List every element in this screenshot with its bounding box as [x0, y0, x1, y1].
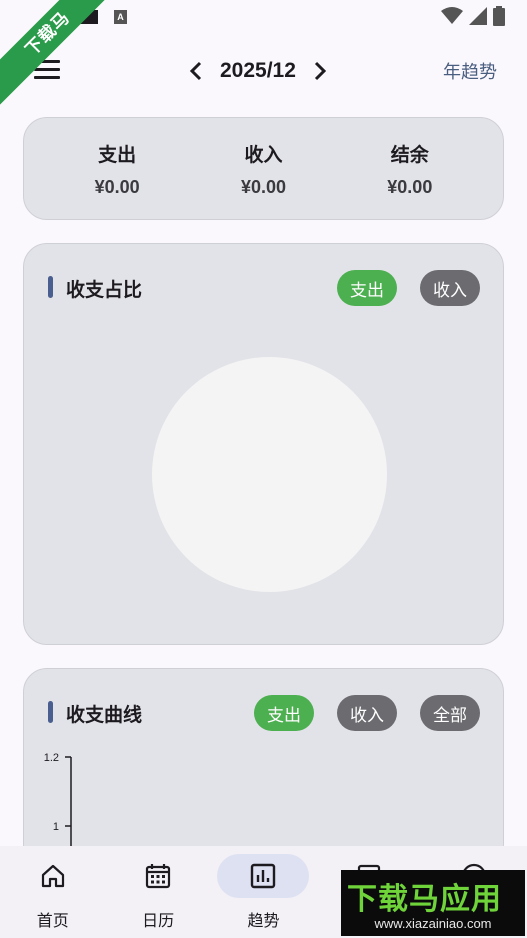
chip-income[interactable]: 收入: [337, 695, 397, 731]
home-icon: [41, 864, 64, 888]
income-summary: 收入 ¥0.00: [203, 140, 323, 198]
card-title: 收支占比: [66, 279, 143, 301]
chip-all[interactable]: 全部: [420, 695, 480, 731]
expense-title: 支出: [98, 143, 137, 166]
battery-icon: [493, 6, 505, 26]
wifi-icon: [441, 7, 463, 24]
income-title: 收入: [244, 143, 283, 166]
top-bar: 2025/12 年趋势: [0, 46, 527, 96]
nav-calendar[interactable]: 日历: [105, 846, 210, 938]
status-icons: [441, 6, 505, 26]
nav-label: 首页: [36, 911, 69, 930]
chip-expense[interactable]: 支出: [337, 270, 397, 306]
accent-bar: [48, 701, 53, 723]
y-tick-label: 1: [53, 821, 59, 833]
y-tick-label: 1.2: [44, 752, 59, 764]
balance-title: 结余: [390, 143, 429, 166]
signal-icon: [469, 7, 487, 25]
calendar-icon: [145, 864, 171, 889]
accent-bar: [48, 276, 53, 298]
nav-label: 日历: [142, 911, 175, 930]
chip-group: 支出 收入 全部: [254, 695, 480, 731]
watermark-title: 下载马应用: [347, 882, 502, 917]
nav-label: 趋势: [247, 911, 280, 930]
a-icon: A: [114, 10, 127, 24]
chip-income[interactable]: 收入: [420, 270, 480, 306]
watermark-logo: 下载马应用 www.xiazainiao.com: [341, 870, 525, 936]
nav-trend[interactable]: 趋势: [211, 846, 316, 938]
expense-value: ¥0.00: [94, 176, 140, 197]
card-header: 收支占比 支出 收入: [48, 270, 480, 306]
chip-expense[interactable]: 支出: [254, 695, 314, 731]
income-expense-curve-card: 收支曲线 支出 收入 全部 1.2 1: [23, 668, 504, 868]
balance-summary: 结余 ¥0.00: [350, 140, 470, 198]
bar-chart-icon: [251, 863, 276, 889]
watermark-url: www.xiazainiao.com: [374, 916, 492, 931]
income-expense-ratio-card: 收支占比 支出 收入: [23, 243, 504, 645]
month-navigator: 2025/12: [186, 54, 330, 88]
summary-card: 支出 ¥0.00 收入 ¥0.00 结余 ¥0.00: [23, 117, 504, 220]
chevron-right-icon[interactable]: [310, 54, 330, 88]
line-chart: 1.21: [44, 752, 72, 859]
year-trend-button[interactable]: 年趋势: [443, 58, 497, 84]
chevron-left-icon[interactable]: [186, 54, 206, 88]
card-header: 收支曲线 支出 收入 全部: [48, 695, 480, 731]
pie-chart-empty: [152, 357, 387, 592]
chip-group: 支出 收入: [337, 270, 480, 306]
expense-summary: 支出 ¥0.00: [57, 140, 177, 198]
current-month[interactable]: 2025/12: [220, 59, 296, 83]
nav-home[interactable]: 首页: [0, 846, 105, 938]
card-title: 收支曲线: [66, 704, 143, 726]
income-value: ¥0.00: [240, 176, 286, 197]
balance-value: ¥0.00: [387, 176, 433, 197]
